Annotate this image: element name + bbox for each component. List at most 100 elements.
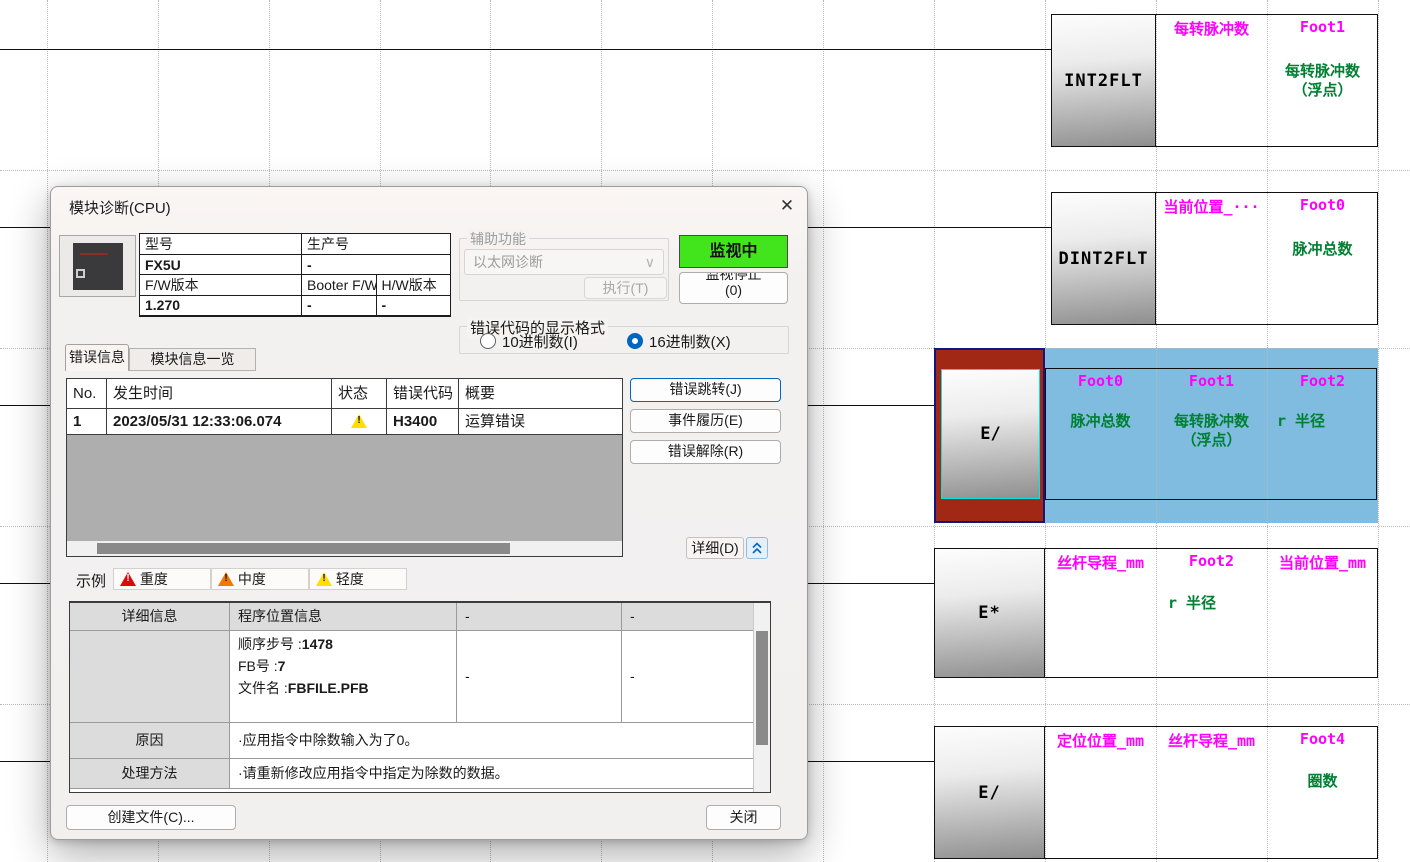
legend-severe-label: 重度: [140, 571, 168, 587]
legend-moderate: ! 中度: [211, 568, 309, 590]
detail-dash: -: [622, 603, 755, 631]
radio-decimal-label[interactable]: 10进制数(I): [502, 331, 578, 352]
cause-label: 原因: [70, 723, 230, 759]
warning-icon: !: [351, 414, 367, 428]
pin-comment: 脉冲总数: [1045, 412, 1156, 431]
booter-header: Booter F/W版: [302, 275, 377, 296]
aux-function-dropdown[interactable]: 以太网诊断 ∨: [464, 249, 664, 275]
ediv2-block-body[interactable]: E/: [934, 726, 1045, 859]
error-list-table: No. 发生时间 状态 错误代码 概要 1 2023/05/31 12:33:0…: [66, 378, 623, 557]
monitoring-status-badge: 监视中: [679, 235, 788, 268]
hw-value: -: [376, 296, 451, 316]
col-header-code[interactable]: 错误代码: [387, 379, 459, 409]
tab-error-info[interactable]: 错误信息: [65, 344, 129, 371]
serial-header: 生产号: [302, 234, 451, 255]
pin-comment: 每转脉冲数 （浮点）: [1267, 62, 1378, 100]
cause-text: ·应用指令中除数输入为了0。: [230, 723, 755, 759]
monitor-stop-label-line1: 监视停止: [680, 272, 787, 282]
fw-value: 1.270: [140, 296, 302, 316]
legend-minor: ! 轻度: [309, 568, 407, 590]
booter-value: -: [302, 296, 377, 316]
error-status: !: [332, 409, 387, 435]
fw-header: F/W版本: [140, 275, 302, 296]
radio-decimal[interactable]: [480, 333, 496, 349]
error-time: 2023/05/31 12:33:06.074: [107, 409, 332, 435]
error-detail-table: 详细信息 程序位置信息 - - 顺序步号 :1478 FB号 :7 文件名 :F…: [69, 601, 771, 793]
dint2flt-block-body[interactable]: DINT2FLT: [1051, 192, 1156, 325]
legend-label: 示例: [76, 570, 106, 591]
chevron-up-double-icon[interactable]: [746, 537, 768, 559]
pin-label[interactable]: Foot2: [1267, 372, 1378, 390]
event-history-button[interactable]: 事件履历(E): [630, 409, 781, 433]
close-icon[interactable]: ✕: [774, 196, 800, 220]
wire: [0, 49, 1051, 50]
severe-icon: !: [120, 572, 136, 586]
pin-label[interactable]: Foot0: [1045, 372, 1156, 390]
pin-comment: r 半径: [1156, 594, 1267, 613]
execute-button[interactable]: 执行(T): [584, 277, 667, 299]
pin-comment: 圈数: [1267, 772, 1378, 791]
model-value: FX5U: [140, 255, 302, 275]
pin-label[interactable]: 丝杆导程_mm: [1156, 730, 1267, 751]
hw-header: H/W版本: [376, 275, 451, 296]
pin-label[interactable]: Foot1: [1267, 18, 1378, 36]
vertical-scrollbar[interactable]: [753, 603, 770, 792]
pin-label[interactable]: 丝杆导程_mm: [1045, 552, 1156, 573]
program-position-label: 程序位置信息: [230, 603, 457, 631]
pin-label[interactable]: Foot0: [1267, 196, 1378, 214]
pin-label[interactable]: Foot2: [1156, 552, 1267, 570]
legend-moderate-label: 中度: [238, 571, 266, 587]
col-header-status[interactable]: 状态: [332, 379, 387, 409]
legend-minor-label: 轻度: [336, 571, 364, 587]
cpu-unit-graphic: [73, 243, 123, 290]
pin-label[interactable]: 当前位置_···: [1156, 196, 1267, 217]
int2flt-block-body[interactable]: INT2FLT: [1051, 14, 1156, 147]
remedy-label: 处理方法: [70, 759, 230, 789]
col-header-time[interactable]: 发生时间: [107, 379, 332, 409]
scrollbar-thumb[interactable]: [97, 543, 510, 554]
error-code: H3400: [387, 409, 459, 435]
error-summary: 运算错误: [459, 409, 622, 435]
horizontal-scrollbar[interactable]: [67, 541, 622, 556]
col-header-summary[interactable]: 概要: [459, 379, 622, 409]
cpu-module-image: [59, 235, 136, 297]
detail-dash: -: [622, 631, 755, 723]
emul-block-body[interactable]: E*: [934, 548, 1045, 678]
cpu-unit-port: [76, 269, 85, 278]
chevron-down-icon: ∨: [645, 250, 655, 274]
fbd-editor-canvas: INT2FLT 每转脉冲数 Foot1 每转脉冲数 （浮点） DINT2FLT …: [0, 0, 1410, 862]
monitor-stop-button[interactable]: 监视停止 (0): [679, 272, 788, 304]
grid-vline: [823, 0, 824, 862]
cpu-unit-stripe: [80, 253, 108, 255]
detail-info-label: 详细信息: [70, 603, 230, 631]
aux-dropdown-value: 以太网诊断: [473, 254, 543, 270]
remedy-text: ·请重新修改应用指令中指定为除数的数据。: [230, 759, 755, 789]
pin-label[interactable]: Foot1: [1156, 372, 1267, 390]
legend-severe: ! 重度: [113, 568, 211, 590]
model-header: 型号: [140, 234, 302, 255]
pin-label[interactable]: Foot4: [1267, 730, 1378, 748]
pin-label[interactable]: 定位位置_mm: [1045, 730, 1156, 751]
scrollbar-thumb[interactable]: [756, 631, 768, 745]
error-no: 1: [67, 409, 107, 435]
module-diagnostics-dialog: 模块诊断(CPU) ✕ 型号 生产号 FX5U - F/W版本 Booter F…: [50, 186, 808, 840]
ediv-block-body[interactable]: E/: [941, 369, 1040, 499]
create-file-button[interactable]: 创建文件(C)...: [66, 805, 236, 830]
detail-toggle-button[interactable]: 详细(D): [686, 537, 744, 559]
radio-hex[interactable]: [627, 333, 643, 349]
radio-hex-label[interactable]: 16进制数(X): [649, 331, 731, 352]
pin-label[interactable]: 每转脉冲数: [1156, 18, 1267, 39]
pin-comment: r 半径: [1267, 412, 1378, 431]
grid-hline: [0, 170, 1410, 171]
col-header-no[interactable]: No.: [67, 379, 107, 409]
detail-info-spacer: [70, 631, 230, 723]
error-jump-button[interactable]: 错误跳转(J): [630, 378, 781, 402]
tab-module-list[interactable]: 模块信息一览: [129, 348, 256, 371]
error-table-empty-area: [67, 435, 622, 541]
error-row[interactable]: 1 2023/05/31 12:33:06.074 ! H3400 运算错误: [67, 409, 622, 435]
pin-comment: 每转脉冲数 （浮点）: [1156, 412, 1267, 450]
error-clear-button[interactable]: 错误解除(R): [630, 440, 781, 464]
dialog-close-button[interactable]: 关闭: [706, 805, 781, 830]
detail-dash: -: [457, 603, 622, 631]
pin-label[interactable]: 当前位置_mm: [1267, 552, 1378, 573]
